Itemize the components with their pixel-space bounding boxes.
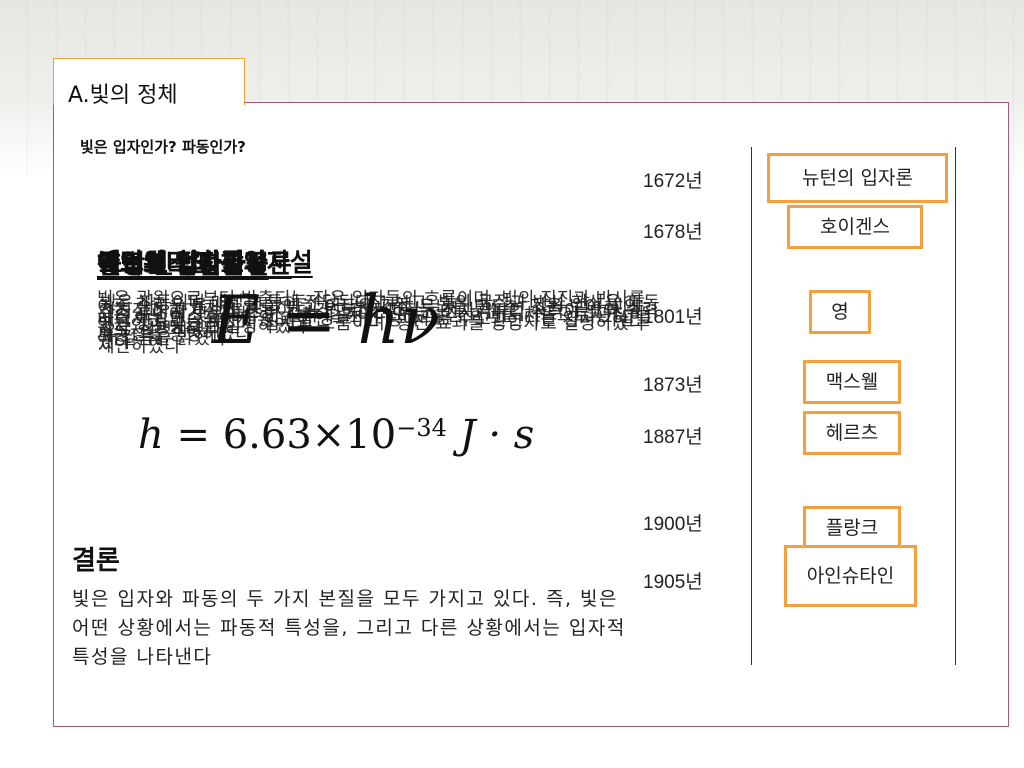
conclusion-text: 빛은 입자와 파동의 두 가지 본질을 모두 가지고 있다. 즉, 빛은 어떤 … (72, 588, 626, 668)
timeline-box-hertz: 헤르츠 (803, 411, 901, 455)
formula-value: = 6.63×10 (176, 412, 397, 458)
timeline-year-1873: 1873년 (643, 375, 703, 396)
timeline-year-1801: 1801년 (643, 307, 703, 328)
question-text: 빛은 입자인가? 파동인가? (80, 138, 246, 156)
timeline-line-left (751, 147, 752, 665)
timeline-box-maxwell: 맥스웰 (803, 360, 901, 404)
timeline-year-1678: 1678년 (643, 222, 703, 243)
formula-unit: J · s (459, 412, 535, 458)
timeline-line-right (955, 147, 956, 665)
conclusion-title: 결론 (72, 546, 120, 576)
formula-exponent: −34 (396, 414, 447, 442)
formula-planck-constant: h = 6.63×10−34 J · s (138, 412, 534, 458)
timeline-year-1900: 1900년 (643, 514, 703, 535)
timeline-year-1672: 1672년 (643, 171, 703, 192)
overlay-heading-7: 아인슈타인 광양자설 (97, 248, 313, 277)
timeline-box-einstein: 아인슈타인 (784, 545, 917, 607)
slide-title: A.빛의 정체 (68, 83, 178, 108)
title-tab: A.빛의 정체 (53, 58, 245, 108)
timeline-year-1905: 1905년 (643, 572, 703, 593)
formula-energy: E = hν (212, 282, 441, 359)
timeline-box-young: 영 (809, 290, 871, 334)
timeline-year-1887: 1887년 (643, 427, 703, 448)
timeline-box-huygens: 호이겐스 (787, 205, 923, 249)
timeline-box-newton: 뉴턴의 입자론 (767, 153, 948, 203)
formula-lhs: h (138, 412, 164, 458)
timeline-box-planck: 플랑크 (803, 506, 901, 550)
